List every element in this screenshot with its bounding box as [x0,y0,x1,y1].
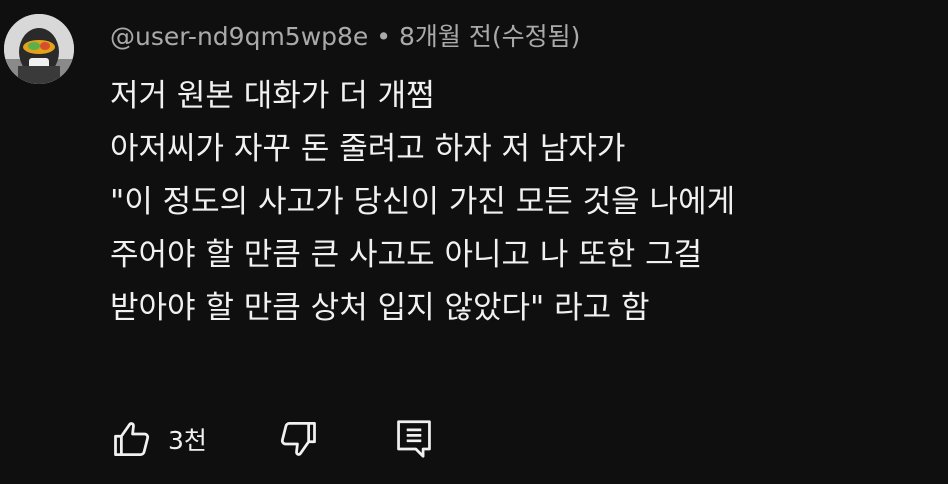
avatar-image [4,14,74,84]
avatar[interactable] [4,14,74,84]
comment-body: @user-nd9qm5wp8e • 8개월 전(수정됨) 저거 원본 대화가 … [110,18,930,335]
comment-meta: @user-nd9qm5wp8e • 8개월 전(수정됨) [110,18,930,60]
reply-button[interactable] [394,417,434,461]
thumbs-down-icon [280,422,316,456]
comment-card: @user-nd9qm5wp8e • 8개월 전(수정됨) 저거 원본 대화가 … [0,0,948,484]
like-count: 3천 [168,426,207,455]
comment-actions: 3천 [110,414,434,464]
comment-line: 저거 원본 대화가 더 개쩜 [110,78,435,114]
author-name[interactable]: @user-nd9qm5wp8e [110,22,368,51]
comment-time[interactable]: 8개월 전(수정됨) [399,22,580,51]
thumbs-up-icon [114,422,150,456]
like-button[interactable]: 3천 [110,417,220,461]
comment-line: "이 정도의 사고가 당신이 가진 모든 것을 나에게 [110,184,736,220]
comment-line: 아저씨가 자꾸 돈 줄려고 하자 저 남자가 [110,131,626,167]
comment-text: 저거 원본 대화가 더 개쩜 아저씨가 자꾸 돈 줄려고 하자 저 남자가 "이… [110,70,930,335]
meta-separator: • [376,22,392,51]
comment-line: 받아야 할 만큼 상처 입지 않았다" 라고 함 [110,290,650,326]
dislike-button[interactable] [276,417,386,461]
reply-comment-icon [397,420,431,458]
comment-line: 주어야 할 만큼 큰 사고도 아니고 나 또한 그걸 [110,237,703,273]
